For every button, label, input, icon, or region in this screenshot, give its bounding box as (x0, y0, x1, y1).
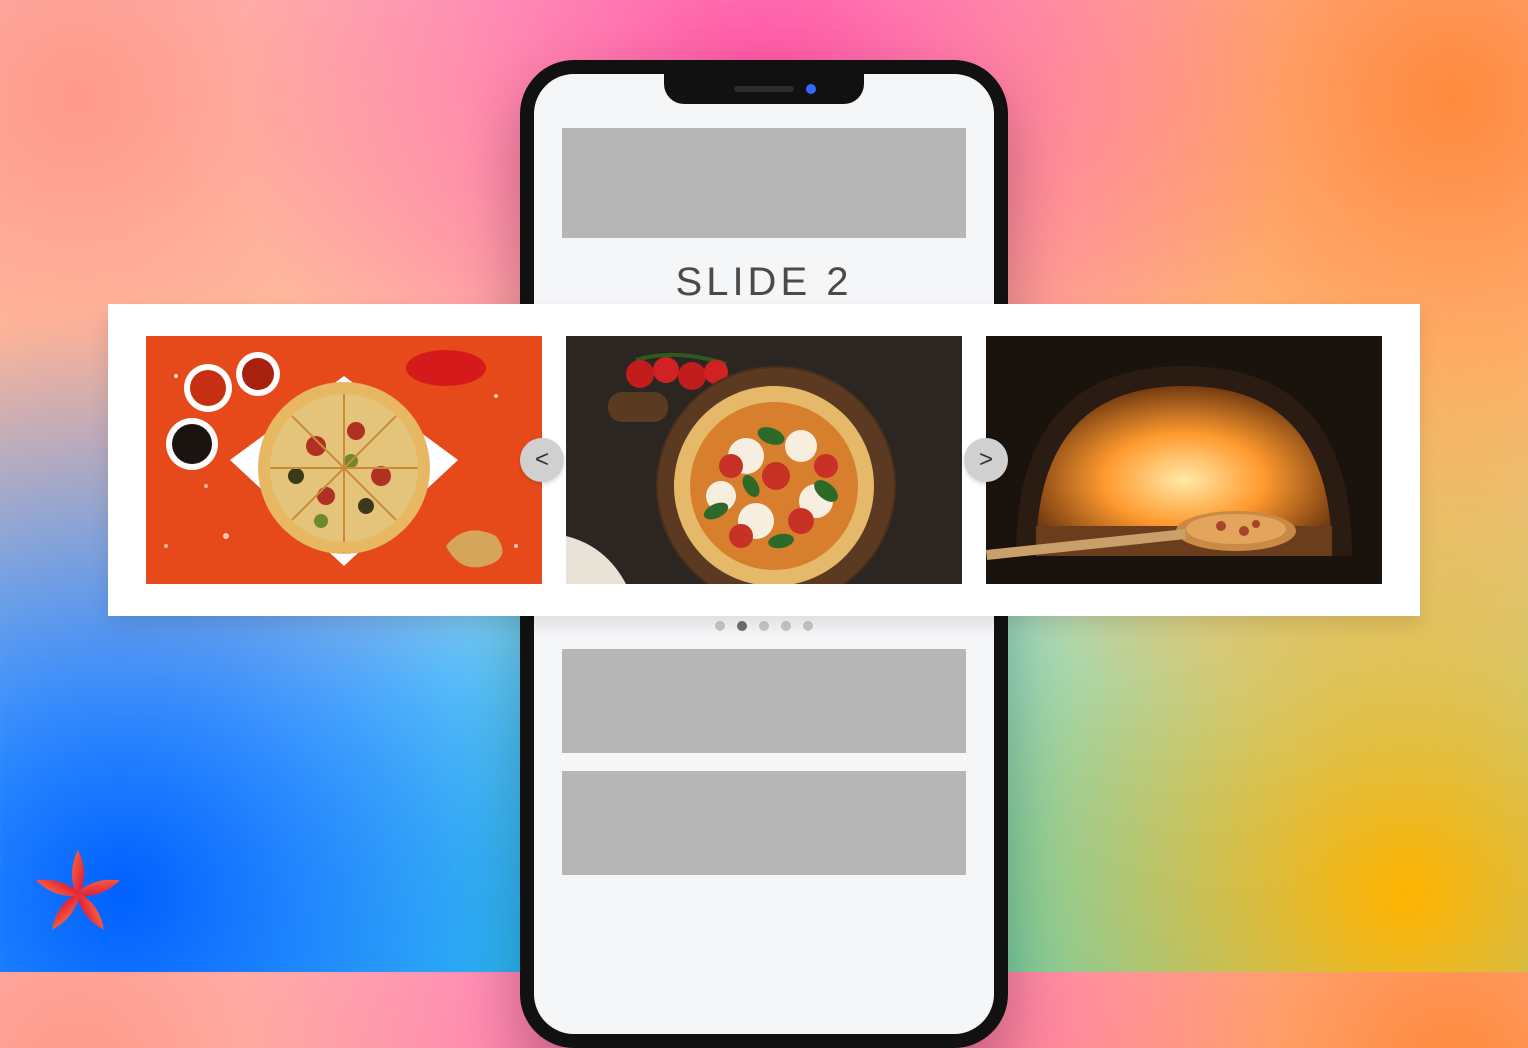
pizza-board-image (566, 336, 962, 584)
carousel-dot-3[interactable] (759, 621, 769, 631)
carousel-title: SLIDE 2 (562, 260, 966, 305)
carousel-slide-prev[interactable] (146, 336, 542, 584)
asterisk-logo-icon (28, 844, 128, 944)
carousel-dot-1[interactable] (715, 621, 725, 631)
carousel-dot-4[interactable] (781, 621, 791, 631)
chevron-right-icon: > (979, 446, 993, 474)
carousel-next-button[interactable]: > (964, 438, 1008, 482)
carousel-slide-current[interactable] (566, 336, 962, 584)
carousel-prev-button[interactable]: < (520, 438, 564, 482)
carousel-dot-2[interactable] (737, 621, 747, 631)
carousel: < > (108, 304, 1420, 616)
content-placeholder-mid (562, 649, 966, 753)
chevron-left-icon: < (535, 446, 549, 474)
carousel-dot-5[interactable] (803, 621, 813, 631)
pizza-oven-image (986, 336, 1382, 584)
content-placeholder-top (562, 128, 966, 238)
carousel-dots (562, 621, 966, 631)
carousel-slide-next[interactable] (986, 336, 1382, 584)
content-placeholder-bottom (562, 771, 966, 875)
pizza-orange-image (146, 336, 542, 584)
